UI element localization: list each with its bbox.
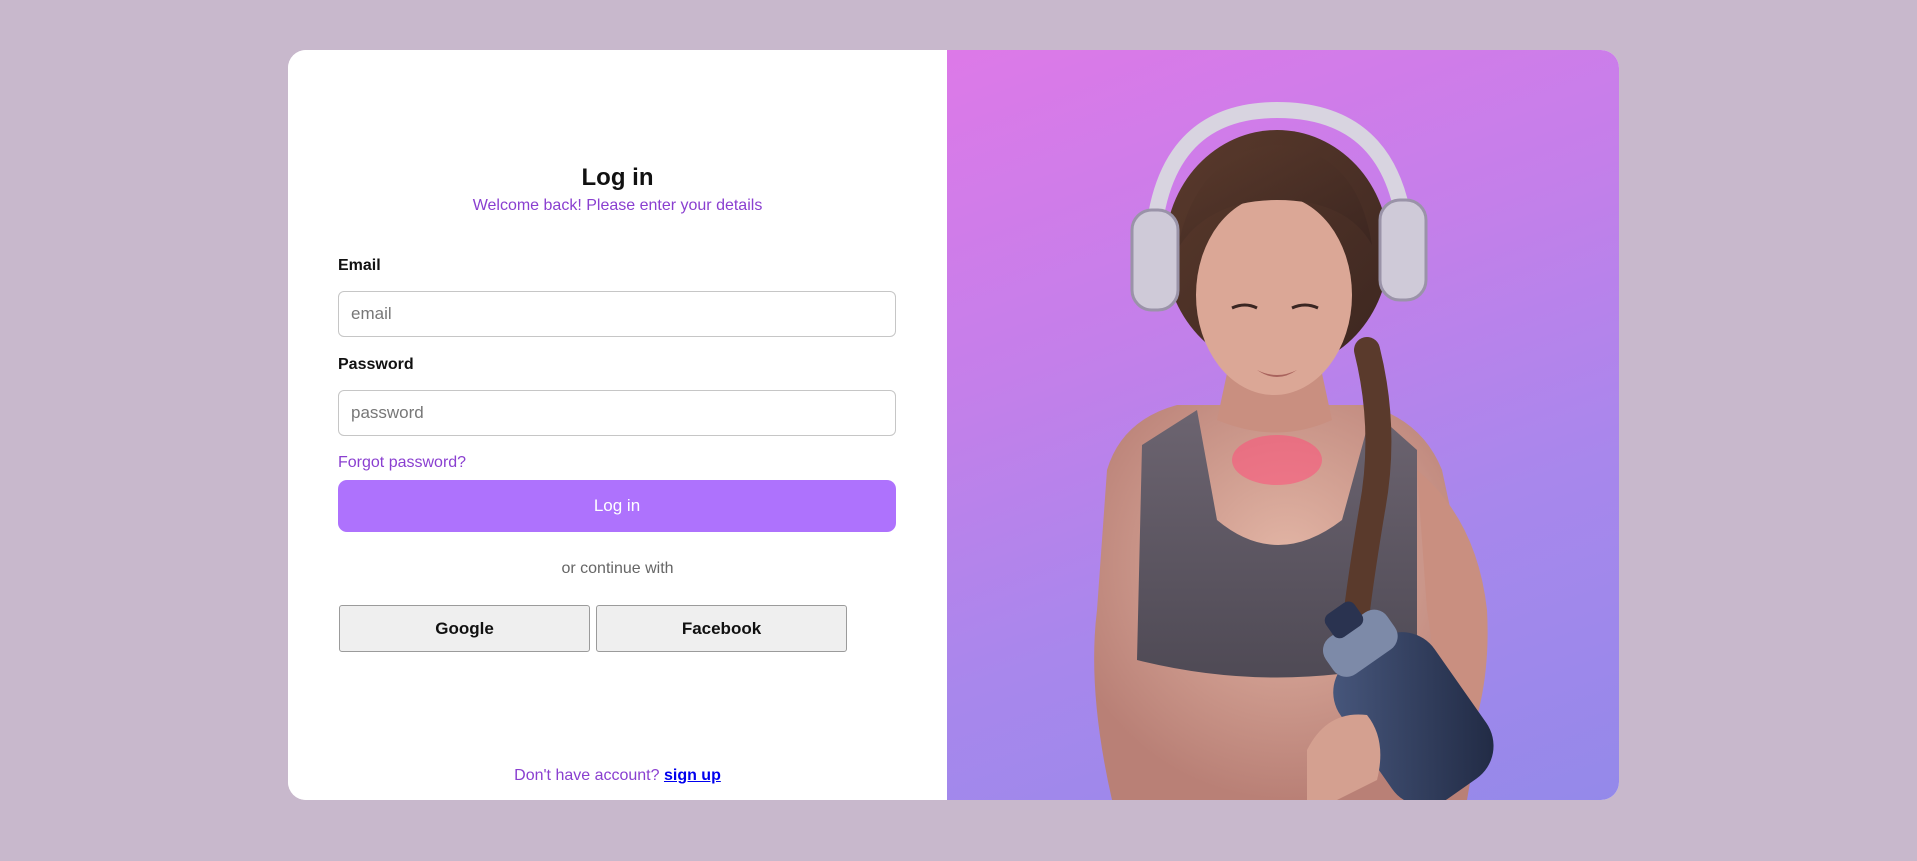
password-label: Password: [338, 356, 414, 373]
email-field[interactable]: [338, 291, 896, 337]
login-card: Log in Welcome back! Please enter your d…: [288, 50, 1619, 800]
google-button[interactable]: Google: [339, 605, 590, 652]
forgot-password-link[interactable]: Forgot password?: [338, 454, 466, 472]
signup-link[interactable]: sign up: [664, 767, 721, 784]
divider-text: or continue with: [561, 560, 674, 577]
signup-prompt: Don't have account? sign up: [288, 767, 947, 785]
login-panel: Log in Welcome back! Please enter your d…: [288, 50, 947, 800]
login-button[interactable]: Log in: [338, 480, 896, 532]
page-subtitle: Welcome back! Please enter your details: [472, 197, 763, 214]
fitness-woman-photo-icon: [1094, 101, 1494, 800]
hero-image: [947, 50, 1619, 800]
facebook-button[interactable]: Facebook: [596, 605, 847, 652]
email-label: Email: [338, 257, 381, 274]
password-field[interactable]: [338, 390, 896, 436]
signup-prompt-text: Don't have account?: [514, 767, 660, 784]
page-title: Log in: [581, 164, 654, 191]
